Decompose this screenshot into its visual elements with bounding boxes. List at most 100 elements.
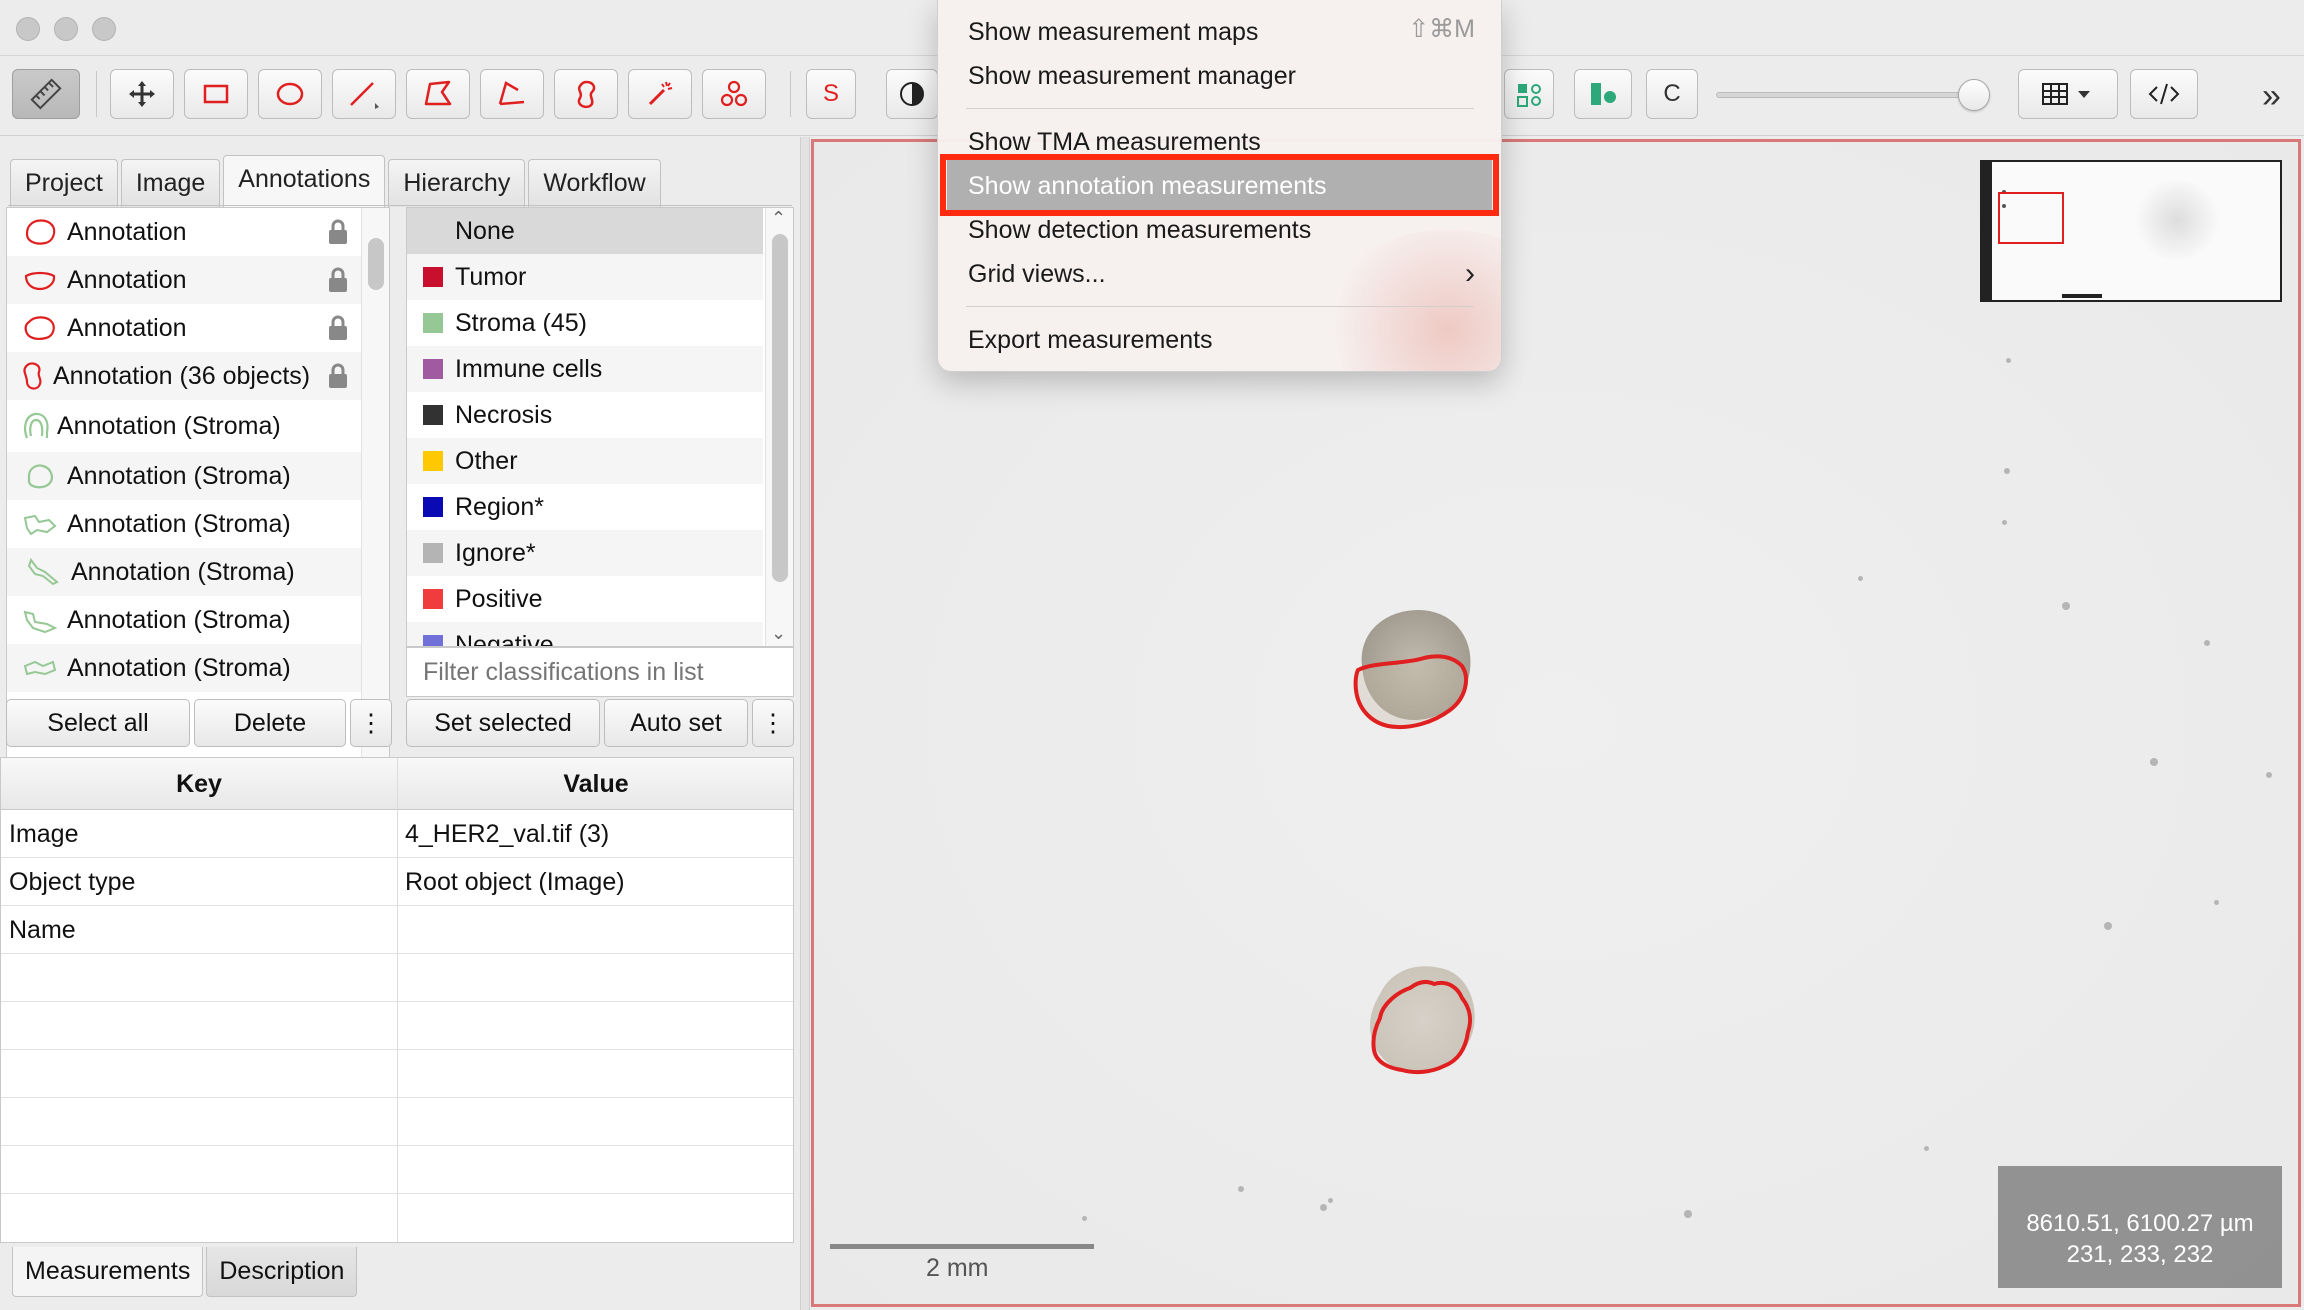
list-item-label: Annotation <box>67 313 187 342</box>
minimize-window-button[interactable] <box>54 17 78 41</box>
points-tool-button[interactable] <box>702 69 766 119</box>
list-item[interactable]: Region* <box>407 484 763 530</box>
line-icon <box>350 82 379 109</box>
annotation-shape-icon <box>23 610 58 634</box>
show-connections-button[interactable]: C <box>1646 69 1698 119</box>
column-header-value[interactable]: Value <box>397 758 795 810</box>
lock-icon <box>329 267 347 292</box>
show-annotations-button[interactable] <box>1504 69 1554 119</box>
panel-divider[interactable] <box>800 137 810 1310</box>
annotation-outline-upper[interactable] <box>1353 654 1468 729</box>
measure-menu: Show measurement maps ⇧⌘M Show measureme… <box>937 0 1502 372</box>
tab-description[interactable]: Description <box>206 1247 358 1297</box>
list-item[interactable]: Annotation <box>7 208 361 256</box>
opacity-slider-track[interactable] <box>1716 92 1976 98</box>
list-item[interactable]: Annotation (Stroma) <box>7 402 361 450</box>
annotation-shape-icon <box>23 362 42 390</box>
class-label: Tumor <box>455 262 527 291</box>
list-item[interactable]: Annotation (Stroma) <box>7 452 361 500</box>
contrast-icon <box>900 82 924 106</box>
classification-filter-input[interactable] <box>406 647 794 697</box>
menu-item-show-measurement-manager[interactable]: Show measurement manager <box>968 56 1296 96</box>
menu-item-grid-views[interactable]: Grid views... <box>968 254 1106 294</box>
list-item[interactable]: Immune cells <box>407 346 763 392</box>
tab-project[interactable]: Project <box>10 159 118 207</box>
annotation-shape-icon <box>24 271 56 291</box>
zoom-window-button[interactable] <box>92 17 116 41</box>
code-icon <box>2148 83 2180 105</box>
wand-tool-button[interactable] <box>628 69 692 119</box>
list-item[interactable]: Positive <box>407 576 763 622</box>
class-label: None <box>455 216 515 245</box>
list-item-label: Annotation (Stroma) <box>71 557 295 586</box>
rectangle-icon <box>203 84 229 104</box>
polygon-icon <box>424 80 452 106</box>
connections-label: C <box>1663 80 1681 107</box>
classification-list[interactable]: None Tumor Stroma (45) Immune cells Necr… <box>406 207 794 647</box>
grid-dropdown-button[interactable] <box>2018 69 2118 119</box>
column-header-key[interactable]: Key <box>1 758 397 810</box>
overview-viewport-box[interactable] <box>1998 192 2064 244</box>
list-item[interactable]: Annotation (Stroma) <box>7 500 361 548</box>
select-all-button[interactable]: Select all <box>6 699 190 747</box>
close-window-button[interactable] <box>16 17 40 41</box>
scroll-up-icon[interactable]: ⌃ <box>771 208 786 229</box>
classification-list-scrollbar[interactable]: ⌃ ⌄ <box>765 208 793 646</box>
annotation-shape-icon <box>24 316 55 340</box>
ellipse-tool-button[interactable] <box>258 69 322 119</box>
measure-tool-button[interactable] <box>12 69 80 119</box>
move-tool-button[interactable] <box>110 69 174 119</box>
list-item[interactable]: Annotation (Stroma) <box>7 548 361 596</box>
list-item[interactable]: None <box>407 208 763 254</box>
brush-tool-button[interactable] <box>554 69 618 119</box>
tab-workflow[interactable]: Workflow <box>528 159 661 207</box>
list-item[interactable]: Annotation <box>7 256 361 304</box>
list-item-label: Annotation (Stroma) <box>67 461 291 490</box>
menu-item-show-detection-measurements[interactable]: Show detection measurements <box>968 210 1311 250</box>
script-editor-button[interactable] <box>2130 69 2198 119</box>
tab-measurements[interactable]: Measurements <box>12 1247 204 1297</box>
polyline-tool-button[interactable] <box>480 69 544 119</box>
table-row[interactable]: Object type Root object (Image) <box>1 858 793 906</box>
delete-button[interactable]: Delete <box>194 699 346 747</box>
annotation-more-button[interactable]: ⋮ <box>350 699 392 747</box>
table-row[interactable]: Image 4_HER2_val.tif (3) <box>1 810 793 858</box>
brightness-contrast-button[interactable] <box>886 69 938 119</box>
overview-thumbnail[interactable] <box>1980 160 2282 302</box>
rectangle-tool-button[interactable] <box>184 69 248 119</box>
list-item[interactable]: Necrosis <box>407 392 763 438</box>
list-item[interactable]: Annotation (36 objects) <box>7 352 361 400</box>
tab-annotations[interactable]: Annotations <box>223 155 386 207</box>
list-item[interactable]: Annotation <box>7 304 361 352</box>
show-detections-button[interactable] <box>1574 69 1632 119</box>
tab-image[interactable]: Image <box>120 159 221 207</box>
list-item-label: Annotation <box>67 265 187 294</box>
scroll-down-icon[interactable]: ⌄ <box>771 623 786 644</box>
annotation-tree-icon <box>1517 84 1541 107</box>
ruler-icon <box>30 78 62 110</box>
list-item[interactable]: Tumor <box>407 254 763 300</box>
table-cell-value: Root object (Image) <box>405 868 625 896</box>
list-item[interactable]: Ignore* <box>407 530 763 576</box>
tab-hierarchy[interactable]: Hierarchy <box>388 159 526 207</box>
polygon-tool-button[interactable] <box>406 69 470 119</box>
auto-set-button[interactable]: Auto set <box>604 699 748 747</box>
menu-item-export-measurements[interactable]: Export measurements <box>968 320 1213 360</box>
selection-mode-button[interactable]: S <box>806 69 856 119</box>
list-item[interactable]: Annotation (Stroma) <box>7 644 361 692</box>
class-color-swatch <box>423 543 443 563</box>
table-row[interactable]: Name <box>1 906 793 954</box>
line-tool-button[interactable] <box>332 69 396 119</box>
list-item[interactable]: Annotation (Stroma) <box>7 596 361 644</box>
classification-more-button[interactable]: ⋮ <box>752 699 794 747</box>
list-item-label: Annotation (Stroma) <box>67 605 291 634</box>
list-item[interactable]: Stroma (45) <box>407 300 763 346</box>
ellipse-icon <box>276 82 304 106</box>
list-item[interactable]: Other <box>407 438 763 484</box>
menu-item-show-measurement-maps[interactable]: Show measurement maps <box>968 12 1258 52</box>
lock-icon <box>329 219 347 244</box>
set-selected-button[interactable]: Set selected <box>406 699 600 747</box>
overflow-chevron-icon[interactable]: » <box>2262 77 2281 116</box>
opacity-slider-knob[interactable] <box>1958 79 1990 111</box>
list-item[interactable]: Negative <box>407 622 763 646</box>
